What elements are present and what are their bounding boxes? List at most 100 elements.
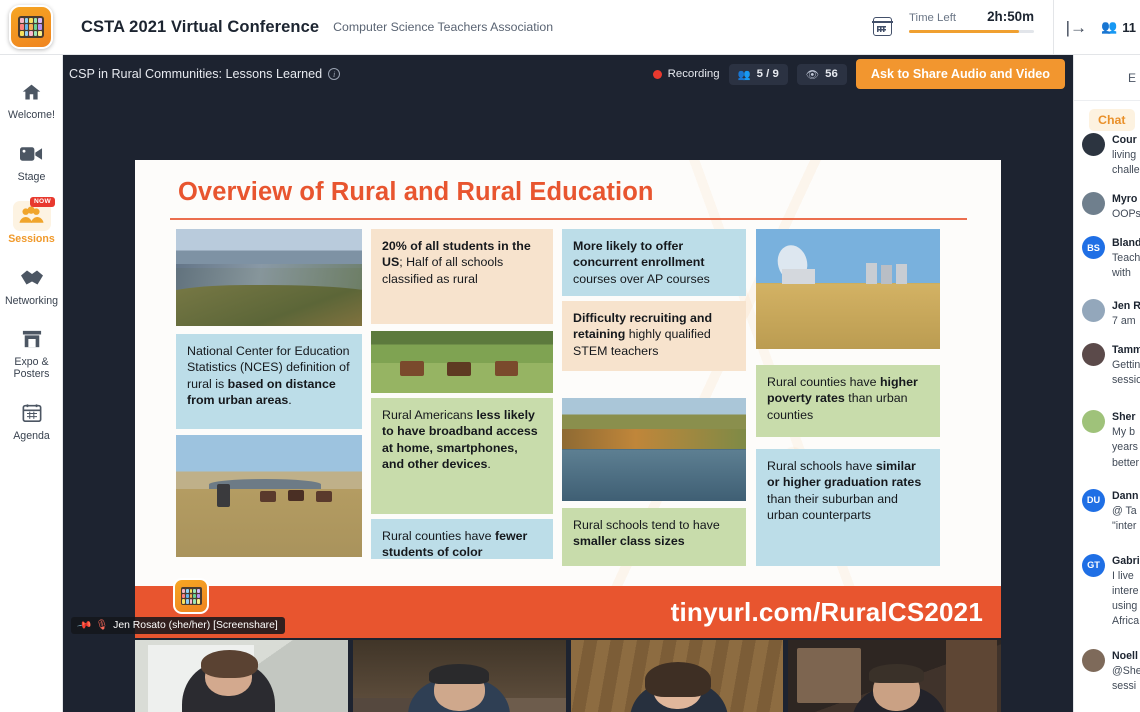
sidebar-item-label: Agenda bbox=[13, 430, 50, 443]
time-left-widget: Time Left 2h:50m bbox=[872, 9, 1034, 36]
fact-class-sizes: Rural schools tend to have smaller class… bbox=[562, 508, 746, 566]
avatar: BS bbox=[1082, 236, 1105, 260]
video-tile[interactable]: Jen Rosato (she/her) bbox=[135, 640, 348, 712]
time-progress-bar bbox=[909, 30, 1034, 34]
chat-text-line: I live bbox=[1112, 569, 1134, 582]
avatar bbox=[1082, 410, 1105, 434]
ask-to-share-button[interactable]: Ask to Share Audio and Video bbox=[855, 59, 1065, 89]
speakers-pill[interactable]: 👥 5 / 9 bbox=[728, 63, 788, 85]
chat-author: Dann bbox=[1112, 489, 1139, 502]
chat-message: BS Bland Teach with bbox=[1082, 236, 1140, 281]
presentation-slide[interactable]: Overview of Rural and Rural Education Na… bbox=[135, 160, 1001, 638]
page-title: CSTA 2021 Virtual Conference bbox=[81, 17, 320, 36]
fact-text-bold: smaller class sizes bbox=[573, 534, 685, 549]
calendar-grid-icon bbox=[13, 398, 51, 428]
participant-video-strip: Jen Rosato (she/her) 🎙 Ryan Lindsay bbox=[63, 640, 1073, 712]
presenter-name-tag: 📌 🎙 Jen Rosato (she/her) [Screenshare] bbox=[71, 617, 285, 634]
slide-title-divider bbox=[170, 218, 967, 221]
avatar bbox=[1082, 133, 1105, 156]
chat-text-line: OOPs bbox=[1112, 208, 1140, 221]
fact-text-pre: Rural schools tend to have bbox=[573, 518, 720, 532]
viewers-pill[interactable]: 👁 56 bbox=[796, 63, 847, 85]
chat-text-line: 7 am bbox=[1112, 315, 1136, 328]
chat-message: Tamm Gettin sessio bbox=[1082, 343, 1140, 388]
chat-secondary-tab[interactable]: E bbox=[1128, 71, 1136, 85]
chat-text-line: sessio bbox=[1112, 374, 1140, 387]
fact-students-of-color: Rural counties have fewer students of co… bbox=[371, 519, 553, 559]
info-icon[interactable]: i bbox=[328, 68, 341, 80]
muted-microphone-icon: 🎙 bbox=[95, 620, 109, 631]
chat-author: Cour bbox=[1112, 134, 1137, 146]
fact-text-rest: . bbox=[487, 457, 491, 472]
sidebar-item-networking[interactable]: Networking bbox=[0, 255, 63, 317]
recording-dot-icon bbox=[652, 69, 662, 79]
home-icon bbox=[13, 77, 51, 107]
video-tile[interactable]: 🎙 Geoff Boyer bbox=[788, 640, 1001, 712]
chat-text-line: challe bbox=[1112, 164, 1140, 177]
sidebar-item-expo-posters[interactable]: Expo & Posters bbox=[0, 316, 63, 390]
sidebar-item-sessions[interactable]: NOW Sessions bbox=[0, 193, 63, 255]
slide-footer-url: tinyurl.com/RuralCS2021 bbox=[670, 596, 983, 627]
avatar: DU bbox=[1082, 488, 1105, 512]
chat-author: Jen R bbox=[1112, 300, 1140, 313]
collapse-panel-icon[interactable]: |→ bbox=[1066, 19, 1087, 36]
video-tile[interactable]: 🎙 Ryan Lindsay bbox=[352, 640, 566, 712]
chat-text-line: better bbox=[1112, 456, 1140, 469]
chat-text-line: years bbox=[1112, 441, 1138, 454]
now-badge: NOW bbox=[30, 196, 55, 207]
chat-author: Sher bbox=[1112, 411, 1136, 424]
avatar bbox=[1082, 299, 1105, 323]
recording-label: Recording bbox=[667, 68, 720, 80]
fact-text-pre: Rural counties have bbox=[382, 529, 495, 543]
fact-broadband-access: Rural Americans less likely to have broa… bbox=[371, 398, 553, 514]
sidebar-item-agenda[interactable]: Agenda bbox=[0, 390, 63, 452]
fact-text-bold: More likely to offer concurrent enrollme… bbox=[573, 239, 705, 270]
sidebar-item-label: Stage bbox=[17, 170, 46, 183]
stage-area: CSP in Rural Communities: Lessons Learne… bbox=[63, 55, 1073, 712]
avatar: GT bbox=[1082, 553, 1105, 577]
sidebar-item-stage[interactable]: Stage bbox=[0, 131, 63, 193]
chat-text-line: living bbox=[1112, 149, 1137, 162]
booth-icon bbox=[13, 324, 51, 354]
avatar bbox=[1082, 648, 1105, 672]
chat-message: Cour living challe bbox=[1082, 133, 1140, 178]
sidebar-item-label: Sessions bbox=[8, 232, 55, 245]
eye-icon: 👁 bbox=[805, 68, 820, 81]
speakers-count: 5 / 9 bbox=[756, 68, 779, 80]
slide-title: Overview of Rural and Rural Education bbox=[178, 178, 654, 206]
fact-text-pre: Rural counties have bbox=[767, 375, 880, 389]
autumn-lake-photo bbox=[562, 398, 746, 501]
attendee-count: 11 bbox=[1122, 19, 1136, 35]
fact-text-pre: Rural Americans bbox=[382, 408, 477, 422]
chat-author: Noell bbox=[1112, 649, 1138, 662]
fact-stem-recruiting: Difficulty recruiting and retaining high… bbox=[562, 301, 746, 371]
video-camera-icon bbox=[13, 139, 51, 169]
chat-message: GT Gabri I live intere using Africa bbox=[1082, 553, 1140, 629]
fact-poverty-rates: Rural counties have higher poverty rates… bbox=[756, 365, 940, 437]
organization-subtitle: Computer Science Teachers Association bbox=[333, 20, 554, 34]
chat-text-line: My b bbox=[1112, 426, 1135, 439]
chat-text-line: @ Ta bbox=[1112, 504, 1137, 517]
top-bar-right-controls: |→ 👥 11 bbox=[1052, 0, 1140, 54]
chat-panel: E Chat Cour living challe Myro OOPs BS B… bbox=[1073, 55, 1140, 712]
mountains-photo bbox=[176, 229, 362, 326]
csta-logo-icon[interactable] bbox=[9, 5, 53, 49]
video-tile[interactable]: 🎙 Noelle Valentine bbox=[570, 640, 784, 712]
fact-text-rest: ; Half of all schools classified as rura… bbox=[382, 255, 504, 286]
grain-silo-photo bbox=[756, 229, 940, 349]
time-left-label: Time Left bbox=[909, 12, 957, 24]
pin-icon: 📌 bbox=[75, 617, 93, 634]
fact-graduation-rates: Rural schools have similar or higher gra… bbox=[756, 449, 940, 566]
chat-message-list[interactable]: Cour living challe Myro OOPs BS Bland Te… bbox=[1074, 131, 1140, 694]
fact-text-rest: courses over AP courses bbox=[573, 271, 710, 286]
sidebar-item-welcome[interactable]: Welcome! bbox=[0, 69, 63, 131]
chat-panel-tabs: E bbox=[1074, 55, 1140, 101]
horses-pasture-photo bbox=[371, 331, 553, 393]
tab-chat[interactable]: Chat bbox=[1089, 109, 1135, 131]
slide-content-grid: National Center for Education Statistics… bbox=[173, 228, 973, 578]
screenshare-container: 📌 🎙 Jen Rosato (she/her) [Screenshare] O… bbox=[63, 93, 1073, 640]
chat-text-line: sessi bbox=[1112, 679, 1137, 692]
presenter-label: Jen Rosato (she/her) [Screenshare] bbox=[113, 620, 278, 631]
chat-text-line: Africa bbox=[1112, 614, 1140, 627]
chat-message: DU Dann @ Ta "inter bbox=[1082, 488, 1140, 534]
